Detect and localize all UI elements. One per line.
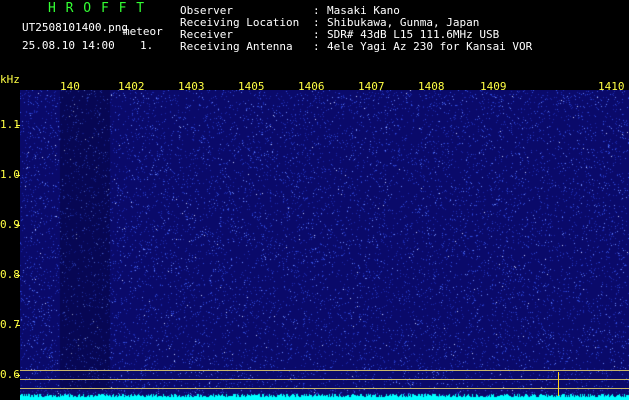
- antenna-value: 4ele Yagi Az 230 for Kansai VOR: [327, 40, 533, 53]
- spectrogram-canvas: [20, 90, 629, 400]
- guide-line: [20, 388, 629, 389]
- mode-label: meteor: [123, 25, 163, 38]
- datetime-label: 25.08.10 14:00: [22, 39, 115, 52]
- unit-label: kHz: [0, 73, 20, 86]
- spectrogram[interactable]: [20, 90, 629, 400]
- antenna-sep: :: [313, 40, 320, 53]
- brand-title: H R O F F T: [48, 1, 146, 16]
- marker-line: [558, 372, 559, 396]
- antenna-label: Receiving Antenna: [180, 40, 293, 53]
- guide-line: [20, 379, 629, 380]
- guide-line: [20, 370, 629, 371]
- scale-label: 1.: [140, 39, 154, 52]
- filename-label: UT2508101400.png: [22, 21, 128, 34]
